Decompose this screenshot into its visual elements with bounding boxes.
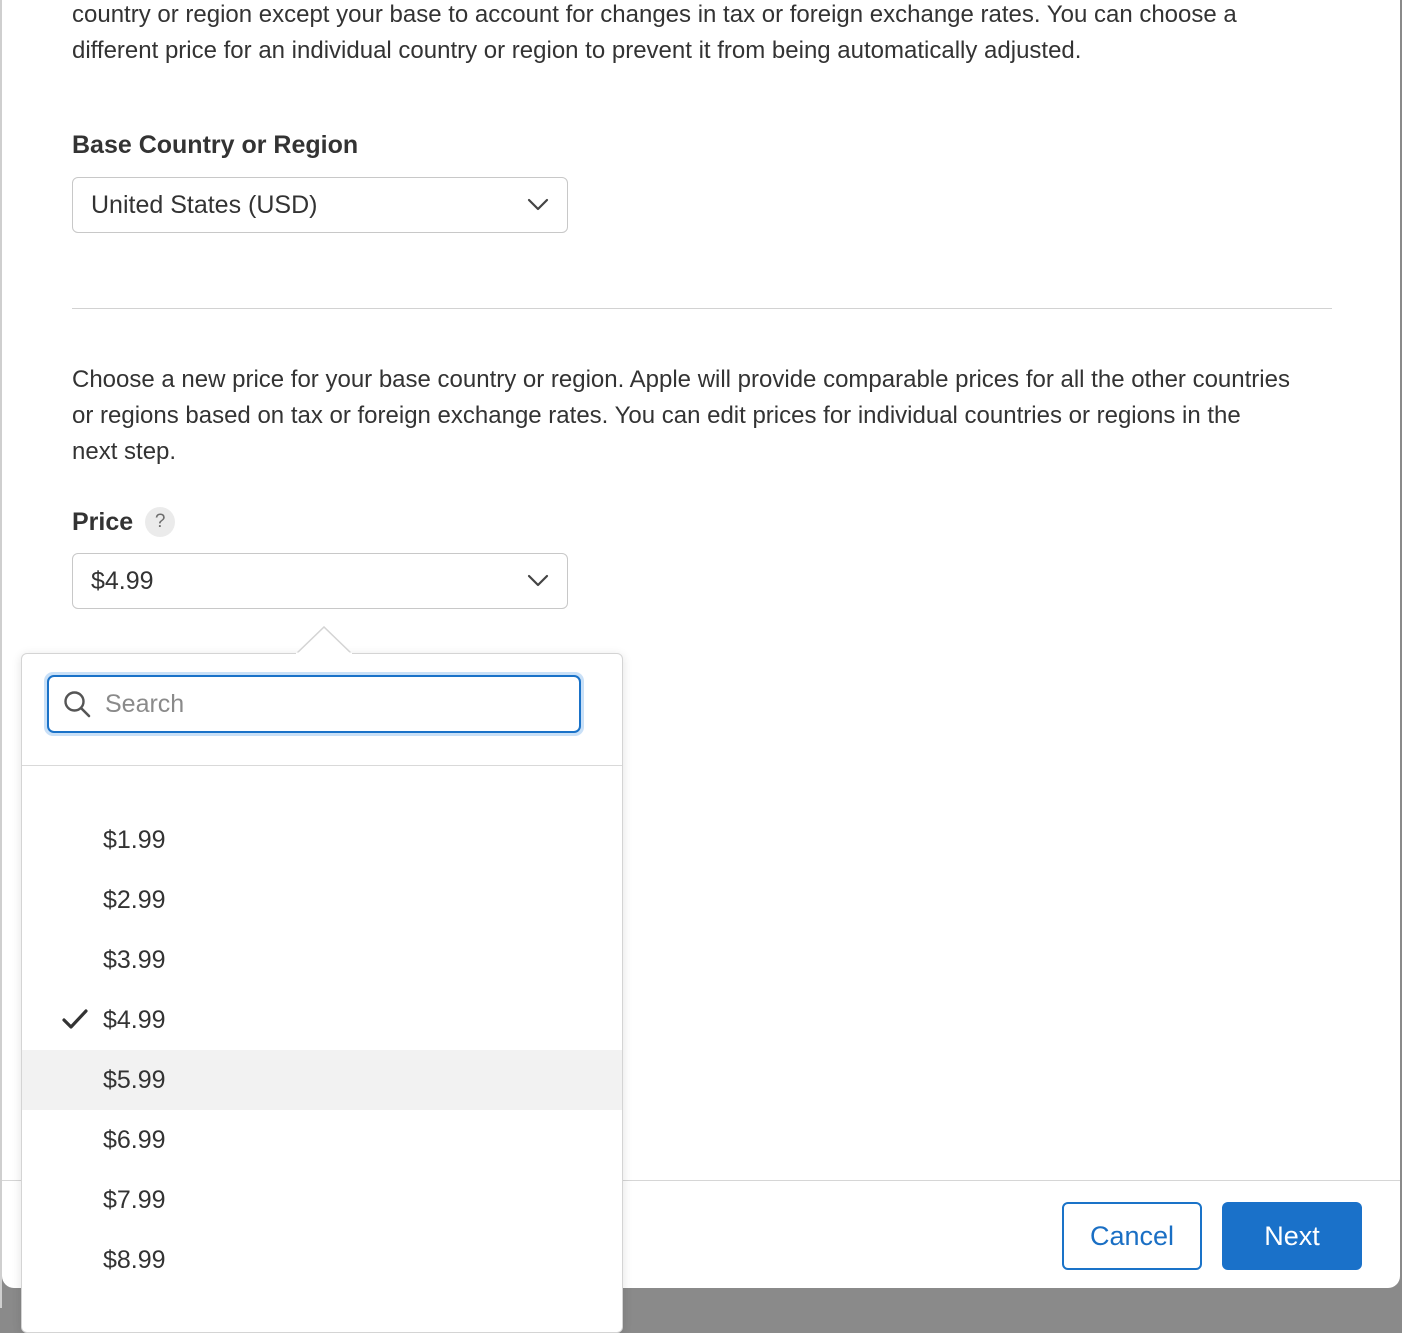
cancel-button[interactable]: Cancel [1062, 1202, 1202, 1270]
price-option[interactable]: $8.99 [22, 1230, 622, 1290]
price-option-label: $2.99 [103, 885, 166, 914]
price-option-label: $6.99 [103, 1125, 166, 1154]
price-option[interactable]: $6.99 [22, 1110, 622, 1170]
price-option-label: $8.99 [103, 1245, 166, 1274]
price-option[interactable]: $7.99 [22, 1170, 622, 1230]
price-label: Price [72, 507, 134, 536]
price-option-label: $7.99 [103, 1185, 166, 1214]
price-option-label: $5.99 [103, 1065, 166, 1094]
chevron-down-icon [527, 574, 549, 587]
price-option[interactable]: $3.99 [22, 930, 622, 990]
price-label-row: Price ? [72, 507, 176, 537]
price-option[interactable]: $4.99 [22, 990, 622, 1050]
price-value: $4.99 [91, 566, 154, 595]
popover-divider [22, 765, 622, 766]
price-options-list: $1.99 $2.99 $3.99 $4.99 $5.99 $6.99 $7.99 $8.99 [22, 810, 622, 1290]
price-select[interactable]: $4.99 [72, 553, 568, 609]
price-description: Choose a new price for your base country… [72, 366, 1290, 465]
chevron-down-icon [527, 198, 549, 211]
search-icon [64, 691, 91, 718]
help-icon[interactable]: ? [145, 507, 176, 537]
search-focus-ring [44, 672, 584, 736]
price-option-label: $4.99 [103, 1005, 166, 1034]
next-button[interactable]: Next [1222, 1202, 1362, 1270]
search-field[interactable] [47, 675, 581, 733]
intro-description: country or region except your base to ac… [72, 1, 1237, 64]
popover-arrow [296, 626, 352, 654]
base-country-select[interactable]: United States (USD) [72, 177, 568, 233]
price-option[interactable]: $1.99 [22, 810, 622, 870]
price-option-label: $1.99 [103, 825, 166, 854]
price-option[interactable]: $5.99 [22, 1050, 622, 1110]
search-input[interactable] [103, 688, 527, 720]
section-divider [72, 308, 1332, 309]
price-dropdown-popover: $1.99 $2.99 $3.99 $4.99 $5.99 $6.99 $7.99 $8.99 [21, 653, 623, 1333]
checkmark-icon [62, 1009, 88, 1029]
base-country-label: Base Country or Region [72, 131, 359, 159]
price-option[interactable]: $2.99 [22, 870, 622, 930]
price-option-label: $3.99 [103, 945, 166, 974]
base-country-value: United States (USD) [91, 190, 318, 219]
